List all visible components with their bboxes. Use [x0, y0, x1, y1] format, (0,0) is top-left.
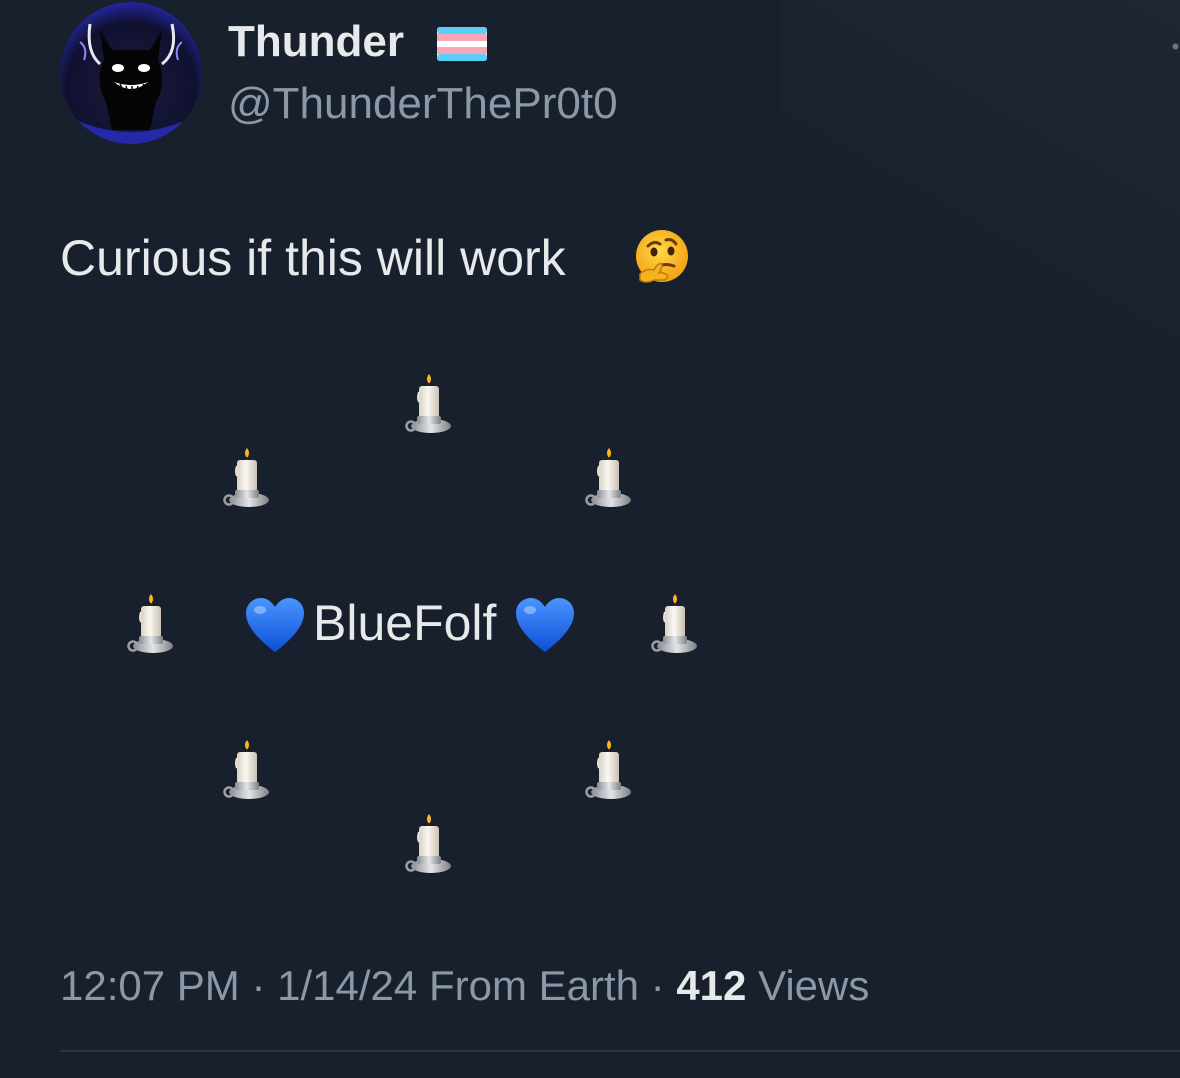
- meta-separator: ·: [650, 962, 665, 1009]
- center-label: BlueFolf: [313, 595, 497, 651]
- candle-icon: [126, 592, 176, 656]
- tweet-date[interactable]: 1/14/24: [277, 962, 417, 1009]
- more-options-icon[interactable]: [1171, 38, 1180, 50]
- tweet-meta: 12:07 PM · 1/14/24 From Earth · 412 View…: [60, 958, 869, 1014]
- blue-heart-icon: [514, 596, 576, 654]
- author-handle[interactable]: @ThunderThePr0t0: [228, 76, 618, 132]
- meta-separator: ·: [251, 962, 266, 1009]
- transgender-flag-icon: [437, 27, 487, 61]
- candle-icon: [222, 446, 272, 510]
- candle-icon: [650, 592, 700, 656]
- candle-icon: [584, 738, 634, 802]
- views-label[interactable]: Views: [758, 962, 869, 1009]
- avatar[interactable]: [60, 2, 202, 144]
- divider: [60, 1050, 1180, 1052]
- candle-icon: [222, 738, 272, 802]
- candle-icon: [584, 446, 634, 510]
- blue-heart-icon: [244, 596, 306, 654]
- thinking-face-icon: [632, 228, 692, 288]
- tweet-detail-page: Thunder @ThunderThePr0t0 Curious if this…: [0, 0, 1180, 1078]
- candle-icon: [404, 812, 454, 876]
- tweet-location: From Earth: [428, 962, 639, 1009]
- tweet-time[interactable]: 12:07 PM: [60, 962, 240, 1009]
- views-count[interactable]: 412: [676, 962, 746, 1009]
- candle-icon: [404, 372, 454, 436]
- avatar-image: [60, 2, 202, 144]
- background-sheen: [780, 0, 1180, 500]
- author-display-name[interactable]: Thunder: [228, 14, 404, 70]
- tweet-text: Curious if this will work: [60, 230, 566, 286]
